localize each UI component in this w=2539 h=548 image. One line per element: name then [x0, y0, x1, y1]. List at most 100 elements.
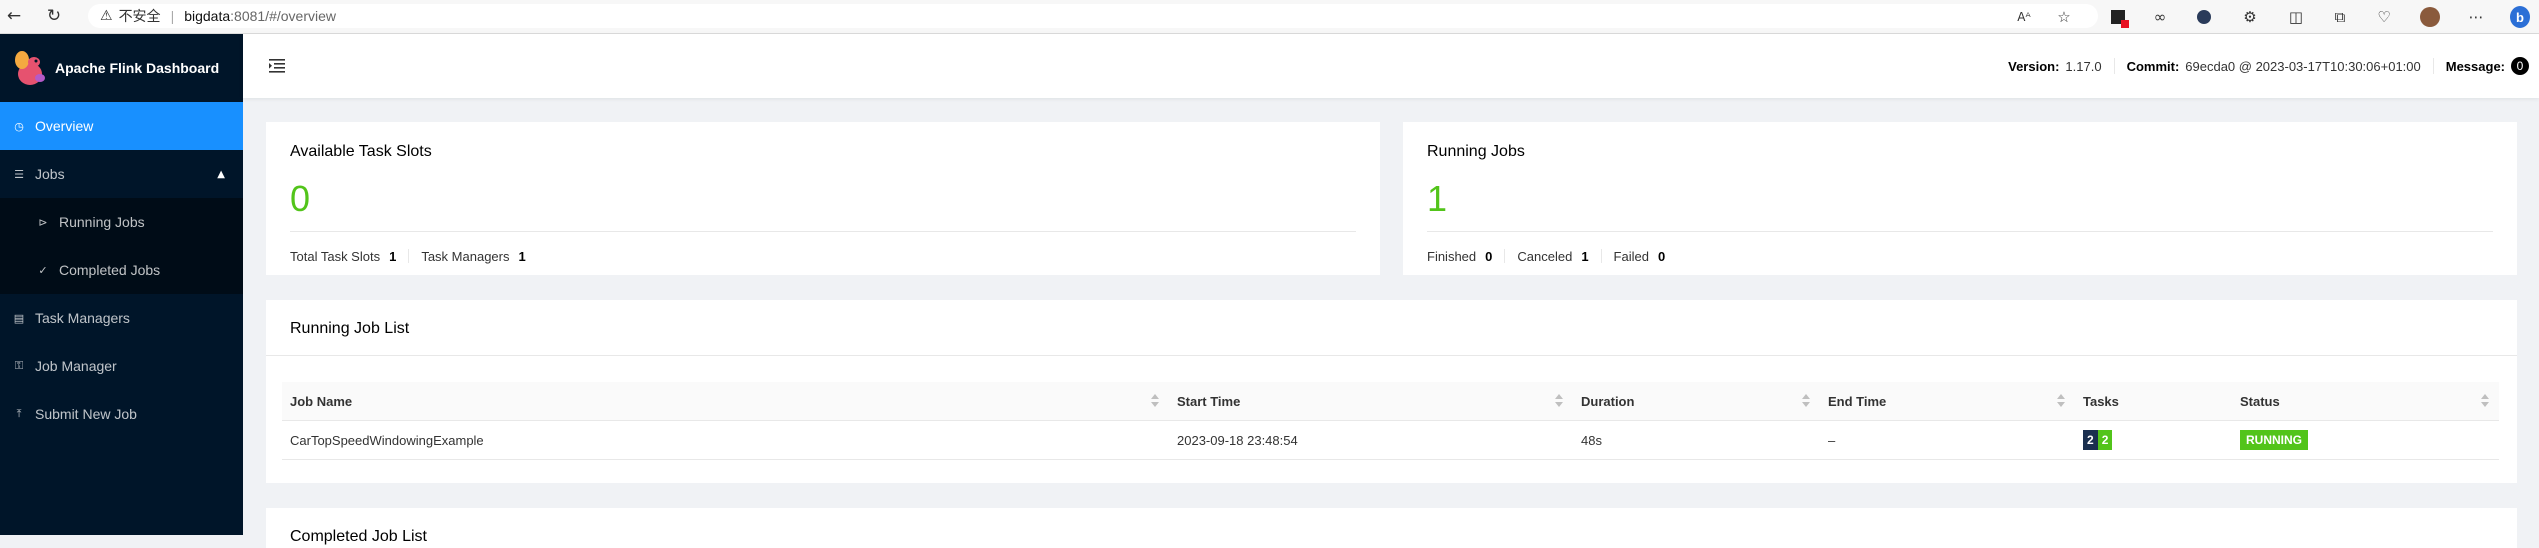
task-count-badge-total: 2: [2083, 430, 2098, 450]
status-cell: RUNNING: [2232, 420, 2499, 460]
extension-icon[interactable]: [2108, 7, 2129, 28]
sidebar-item-label: Overview: [35, 118, 94, 134]
sidebar-item-label: Task Managers: [35, 310, 130, 326]
url-path: :8081/#/overview: [230, 8, 336, 24]
play-circle-icon: ⊳: [38, 215, 48, 229]
stat-label: Failed: [1613, 248, 1649, 264]
column-header-label: End Time: [1828, 393, 1887, 409]
table-header-row: Job Name Start Time Duration End Time Ta…: [282, 382, 2499, 421]
stat-label: Finished: [1427, 248, 1477, 264]
schedule-icon: ▤: [13, 311, 25, 325]
stat-value: 1: [518, 248, 526, 264]
stat-label: Total Task Slots: [290, 248, 381, 264]
card-divider: [290, 231, 1356, 232]
sidebar-item-running-jobs[interactable]: ⊳ Running Jobs: [0, 198, 243, 246]
browser-essentials-icon[interactable]: ♡: [2374, 7, 2394, 27]
sidebar-item-label: Completed Jobs: [59, 262, 161, 278]
completed-job-list-card: Completed Job List: [266, 508, 2517, 548]
sidebar-item-completed-jobs[interactable]: ✓ Completed Jobs: [0, 246, 243, 294]
total-task-slots-stat: Total Task Slots 1: [290, 248, 410, 264]
sort-icon[interactable]: [2057, 394, 2065, 408]
browser-toolbar: ← ↻ ⚠ 不安全 | bigdata:8081/#/overview Aᴬ ☆…: [0, 0, 2539, 34]
profile-avatar[interactable]: [2420, 7, 2440, 27]
column-header-status[interactable]: Status: [2232, 382, 2499, 421]
canceled-stat: Canceled 1: [1517, 248, 1602, 264]
column-header-label: Tasks: [2083, 393, 2119, 409]
list-icon: ☰: [14, 167, 24, 181]
column-header-label: Duration: [1581, 393, 1635, 409]
infinity-extension-icon[interactable]: ∞: [2150, 7, 2170, 27]
read-aloud-icon[interactable]: Aᴬ: [2014, 7, 2034, 27]
available-task-slots-card: Available Task Slots 0 Total Task Slots …: [266, 122, 1380, 275]
stat-value: 0: [1485, 248, 1493, 264]
running-job-table: Job Name Start Time Duration End Time Ta…: [282, 382, 2499, 460]
card-title: Running Jobs: [1427, 143, 1525, 160]
sidebar-item-submit-new-job[interactable]: ⤒ Submit New Job: [0, 390, 243, 438]
column-header-start-time[interactable]: Start Time: [1169, 382, 1573, 421]
menu-fold-icon[interactable]: [267, 56, 287, 76]
reload-icon[interactable]: ↻: [44, 6, 64, 26]
card-title: Available Task Slots: [290, 143, 432, 160]
failed-stat: Failed 0: [1613, 248, 1678, 264]
top-header: Version: 1.17.0 Commit: 69ecda0 @ 2023-0…: [243, 34, 2539, 98]
card-title: Completed Job List: [290, 528, 427, 545]
commit-value: 69ecda0 @ 2023-03-17T10:30:06+01:00: [2185, 58, 2421, 74]
job-name-cell[interactable]: CarTopSpeedWindowingExample: [282, 420, 1169, 460]
task-managers-stat: Task Managers 1: [421, 248, 537, 264]
sidebar-item-label: Running Jobs: [59, 214, 145, 230]
sort-icon[interactable]: [1802, 394, 1810, 408]
extensions-puzzle-icon[interactable]: ⚙: [2240, 7, 2260, 27]
warning-icon: ⚠: [100, 8, 113, 24]
sidebar-item-jobs[interactable]: ☰ Jobs ▲: [0, 150, 243, 198]
finished-stat: Finished 0: [1427, 248, 1506, 264]
status-badge: RUNNING: [2240, 430, 2308, 450]
version-label: Version:: [2008, 58, 2060, 74]
chevron-up-icon: ▲: [217, 168, 225, 180]
more-options-icon[interactable]: ⋯: [2466, 7, 2486, 27]
insecure-label: 不安全: [118, 8, 161, 24]
available-slots-value: 0: [290, 178, 311, 219]
commit-info: Commit: 69ecda0 @ 2023-03-17T10:30:06+01…: [2115, 58, 2434, 74]
stat-value: 1: [389, 248, 397, 264]
column-header-job-name[interactable]: Job Name: [282, 382, 1169, 421]
tasks-cell: 22: [2075, 420, 2232, 460]
sidebar-item-task-managers[interactable]: ▤ Task Managers: [0, 294, 243, 342]
card-divider: [266, 355, 2517, 356]
sort-icon[interactable]: [2481, 394, 2489, 408]
jobs-stats: Finished 0 Canceled 1 Failed 0: [1427, 248, 1689, 264]
sidebar: Apache Flink Dashboard ◷ Overview ☰ Jobs…: [0, 34, 243, 535]
version-info: Version: 1.17.0: [1996, 58, 2115, 74]
sidebar-item-label: Jobs: [35, 166, 65, 182]
sidebar-item-overview[interactable]: ◷ Overview: [0, 102, 243, 150]
column-header-end-time[interactable]: End Time: [1820, 382, 2075, 421]
sidebar-item-job-manager[interactable]: ⚿ Job Manager: [0, 342, 243, 390]
sort-icon[interactable]: [1555, 394, 1563, 408]
bing-copilot-icon[interactable]: b: [2510, 6, 2530, 28]
back-icon[interactable]: ←: [4, 6, 24, 26]
flink-squirrel-logo: [12, 48, 48, 88]
slots-stats: Total Task Slots 1 Task Managers 1: [290, 248, 550, 264]
upload-icon: ⤒: [16, 407, 22, 420]
stat-value: 1: [1581, 248, 1589, 264]
sidebar-header: Apache Flink Dashboard: [0, 34, 243, 102]
end-time-cell: –: [1820, 420, 2075, 460]
collections-icon[interactable]: ⧉: [2330, 7, 2350, 27]
check-circle-icon: ✓: [38, 263, 48, 277]
favorite-star-icon[interactable]: ☆: [2054, 7, 2074, 27]
split-screen-icon[interactable]: ◫: [2286, 7, 2306, 27]
sidebar-item-label: Submit New Job: [35, 406, 137, 422]
start-time-cell: 2023-09-18 23:48:54: [1169, 420, 1573, 460]
version-value: 1.17.0: [2065, 58, 2102, 74]
table-row[interactable]: CarTopSpeedWindowingExample 2023-09-18 2…: [282, 420, 2499, 460]
sort-icon[interactable]: [1151, 394, 1159, 408]
build-icon: ⚿: [14, 359, 24, 372]
column-header-duration[interactable]: Duration: [1573, 382, 1820, 421]
vpn-extension-icon[interactable]: [2194, 7, 2214, 27]
task-count-badge-running: 2: [2097, 430, 2113, 450]
header-info: Version: 1.17.0 Commit: 69ecda0 @ 2023-0…: [1996, 34, 2539, 98]
address-bar[interactable]: ⚠ 不安全 | bigdata:8081/#/overview: [88, 4, 2098, 28]
stat-value: 0: [1657, 248, 1666, 264]
running-jobs-value: 1: [1427, 178, 1448, 219]
message-count-badge[interactable]: 0: [2511, 57, 2529, 75]
message-info[interactable]: Message: 0: [2434, 57, 2539, 75]
